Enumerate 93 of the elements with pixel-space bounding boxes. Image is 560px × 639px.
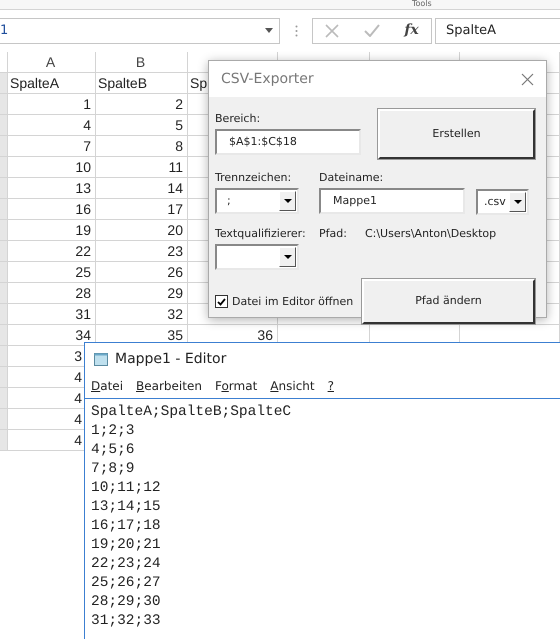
dropdown-button[interactable] [509,192,526,212]
row-header[interactable] [0,241,8,262]
row-header[interactable] [0,157,8,178]
row-header[interactable] [0,283,8,304]
table-cell: 2 [96,94,188,115]
table-cell: 28 [8,283,96,304]
qualifier-label: Textqualifizierer: [215,227,307,240]
row-header[interactable] [0,346,8,367]
row-header[interactable] [0,367,8,388]
table-cell: 26 [96,262,188,283]
separator-combo[interactable]: ; [215,188,299,214]
caret-icon [284,199,292,203]
formula-field[interactable]: SpalteA [435,18,560,44]
table-cell: 19 [8,220,96,241]
table-cell: 14 [96,178,188,199]
cell-reference: 1 [0,22,8,40]
text-line: 19;20;21 [91,536,162,555]
text-line: 31;32;33 [91,612,162,631]
qualifier-combo[interactable] [215,244,299,270]
row-header[interactable] [0,220,8,241]
text-line: 13;14;15 [91,498,162,517]
path-value: C:\Users\Anton\Desktop [364,227,496,240]
table-cell: 20 [96,220,188,241]
dropdown-caret-icon [265,28,273,33]
row-header[interactable] [0,409,8,430]
caret-icon [284,255,292,259]
range-label: Bereich: [215,112,262,125]
menu-item[interactable]: Format [214,377,258,395]
text-line: 22;23;24 [91,555,162,574]
filename-field[interactable]: Mappe1 [319,188,465,214]
extension-combo[interactable]: .csv [476,189,529,215]
row-header[interactable] [0,304,8,325]
dropdown-button[interactable] [279,247,296,267]
table-cell: 23 [96,241,188,262]
table-cell: 16 [8,199,96,220]
checkbox-label: Datei im Editor öffnen [232,295,354,308]
table-cell: 1 [8,94,96,115]
row-header[interactable] [0,325,8,346]
text-line: 25;26;27 [91,574,162,593]
table-cell: 22 [8,241,96,262]
grip-icon [294,25,298,38]
filename-label: Dateiname: [319,171,384,184]
menu-item[interactable]: ? [328,377,334,395]
menu-item[interactable]: Bearbeiten [136,377,202,395]
caret-icon [514,200,522,204]
row-header[interactable] [0,178,8,199]
editor-title: Mappe1 - Editor [115,350,226,368]
check-icon[interactable] [364,24,380,37]
separator-label: Trennzeichen: [215,171,292,184]
table-cell: 11 [96,157,188,178]
row-header[interactable] [0,94,8,115]
cancel-icon[interactable] [325,24,340,38]
table-cell: SpalteB [96,73,188,94]
row-header[interactable] [0,199,8,220]
column-header[interactable]: A [8,52,96,73]
table-cell: 5 [96,115,188,136]
ribbon-group-label: Tools [412,0,432,8]
row-header[interactable] [0,136,8,157]
range-field[interactable]: $A$1:$C$18 [215,129,361,155]
change-path-button[interactable]: Pfad ändern [362,279,535,324]
row-header[interactable] [0,115,8,136]
path-label: Pfad: [319,227,347,240]
row-header[interactable] [0,388,8,409]
table-cell: 17 [96,199,188,220]
text-area[interactable]: SpalteA;SpalteB;SpalteC 1;2;3 4;5;6 7;8;9 10;11;12 13;14;15 16;17;18 19;20;21 22;23;24 25;26;27 28;29;30 31;32;33 [85,398,560,635]
text-line: 16;17;18 [91,517,162,536]
menu-item[interactable]: Ansicht [270,377,315,395]
table-cell: 4 [8,115,96,136]
table-cell: 10 [8,157,96,178]
text-line: 28;29;30 [91,593,162,612]
formula-text: SpalteA [446,22,496,40]
table-cell: 31 [8,304,96,325]
table-cell: 13 [8,178,96,199]
table-cell: 25 [8,262,96,283]
insert-function-button[interactable]: fx [404,20,419,41]
create-button[interactable]: Erstellen [378,109,535,159]
notepad-icon [93,351,109,367]
dropdown-button[interactable] [279,191,296,211]
table-cell: 8 [96,136,188,157]
name-box[interactable]: 1 [0,18,280,44]
table-cell: SpalteA [8,73,96,94]
column-header[interactable]: B [96,52,188,73]
row-header[interactable] [0,73,8,94]
text-line: 7;8;9 [91,460,136,479]
row-header[interactable] [0,430,8,451]
row-header[interactable] [0,262,8,283]
editor-checkbox[interactable] [215,295,228,308]
row-header[interactable] [0,52,8,73]
table-cell: 29 [96,283,188,304]
table-cell: 7 [8,136,96,157]
table-cell: 32 [96,304,188,325]
close-icon[interactable] [521,72,534,86]
text-line: 10;11;12 [91,479,162,498]
